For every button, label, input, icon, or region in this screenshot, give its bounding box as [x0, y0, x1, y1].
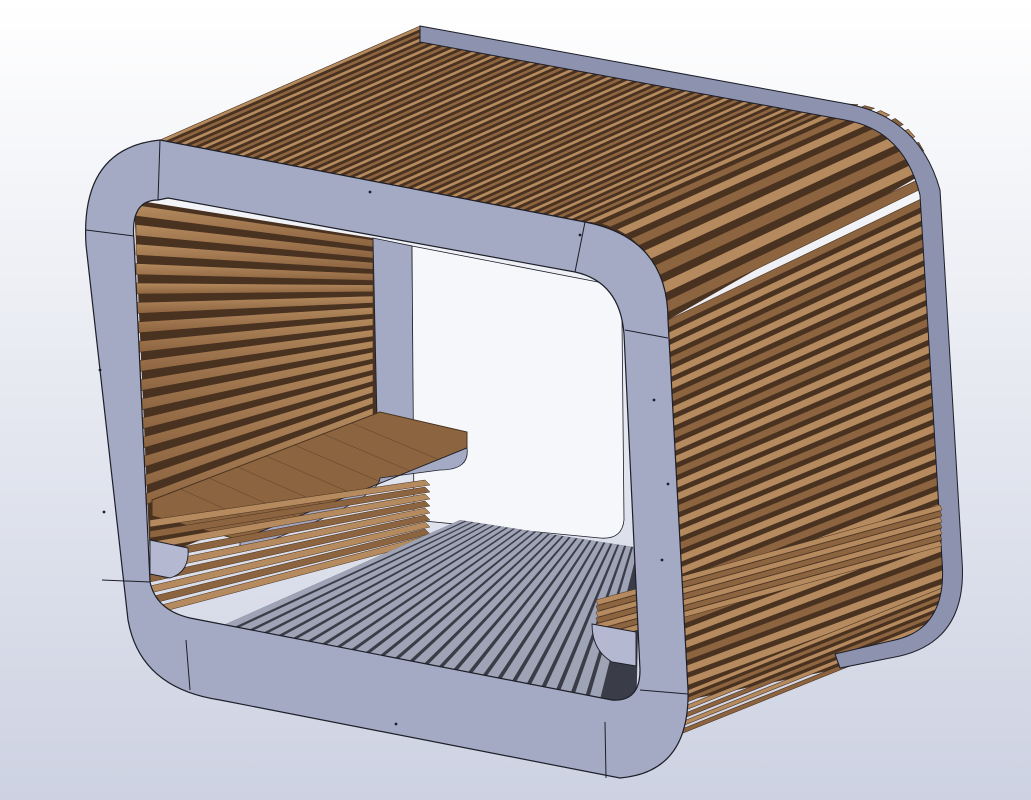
fastener-dot: [102, 510, 106, 514]
left-wall-slat: [135, 282, 374, 295]
fastener-dot: [666, 482, 670, 486]
fastener-dot: [98, 368, 102, 372]
cad-viewport[interactable]: [0, 0, 1031, 800]
back-opening: [411, 245, 625, 539]
cabin-3d-model[interactable]: [0, 0, 1031, 800]
fastener-dot: [652, 398, 656, 402]
fastener-dot: [578, 233, 582, 237]
fastener-dot: [660, 558, 664, 562]
fastener-dot: [394, 722, 398, 726]
fastener-dot: [368, 190, 372, 194]
